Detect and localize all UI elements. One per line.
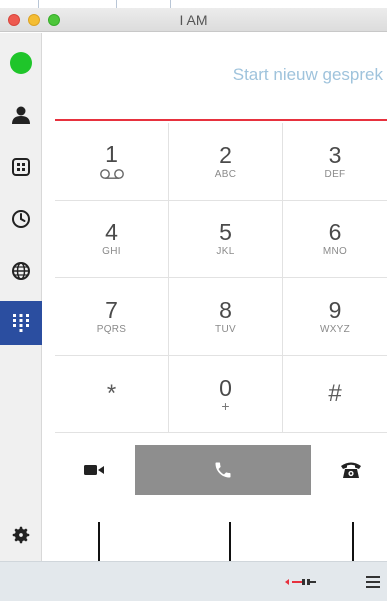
sidebar-item-status[interactable]: [0, 41, 42, 85]
menu-icon[interactable]: [366, 575, 380, 589]
video-camera-icon: [84, 465, 104, 475]
bottom-bar: [0, 561, 387, 601]
sidebar-item-contacts[interactable]: [0, 93, 42, 137]
key-8[interactable]: 8 TUV: [169, 278, 283, 356]
key-digit: 7: [105, 296, 118, 323]
key-digit: 3: [328, 141, 342, 168]
sidebar-item-directory[interactable]: [0, 145, 42, 189]
building-icon: [12, 158, 30, 176]
key-letters: ABC: [214, 168, 237, 180]
key-letters: WXYZ: [319, 323, 351, 335]
app-window: I AM Start nieuw gesprek 1 2 ABC 3 DEF 4…: [0, 8, 387, 601]
key-digit: 2: [219, 141, 232, 168]
voicemail-icon: [99, 169, 124, 180]
video-call-button[interactable]: [55, 445, 133, 495]
key-star[interactable]: *: [55, 355, 169, 433]
call-button[interactable]: [135, 445, 311, 495]
key-digit: 8: [219, 296, 232, 323]
window-title: I AM: [179, 12, 208, 28]
dialer-panel: 1 2 ABC 3 DEF 4 GHI 5 JKL: [55, 33, 387, 561]
person-icon: [12, 106, 30, 124]
key-digit: #: [328, 379, 342, 407]
keypad: 1 2 ABC 3 DEF 4 GHI 5 JKL 6 MNO 7 PQRS 8…: [55, 123, 387, 433]
globe-icon: [12, 262, 30, 280]
key-4[interactable]: 4 GHI: [55, 200, 169, 278]
desk-phone-button[interactable]: [315, 445, 387, 495]
key-letters: DEF: [324, 168, 346, 180]
key-7[interactable]: 7 PQRS: [55, 278, 169, 356]
key-digit: 4: [105, 219, 118, 246]
key-5[interactable]: 5 JKL: [169, 200, 283, 278]
key-letters: GHI: [102, 246, 121, 258]
desk-phone-icon: [341, 462, 361, 478]
number-display: [55, 33, 387, 121]
key-letters: MNO: [322, 246, 348, 258]
key-digit: 1: [105, 141, 118, 168]
key-letters: PQRS: [96, 323, 127, 335]
key-2[interactable]: 2 ABC: [169, 123, 283, 201]
key-letters: JKL: [216, 246, 235, 258]
sidebar-item-dialpad[interactable]: [0, 301, 42, 345]
key-letters: TUV: [215, 323, 236, 335]
number-input[interactable]: [63, 65, 383, 85]
settings-button[interactable]: [0, 513, 42, 557]
key-letters: +: [221, 397, 230, 414]
connection-plug-icon: [285, 579, 316, 585]
key-hash[interactable]: #: [283, 356, 387, 433]
key-digit: 0: [219, 374, 232, 401]
sidebar-item-history[interactable]: [0, 197, 42, 241]
key-0[interactable]: 0 +: [169, 355, 283, 433]
dialpad-icon: [13, 314, 29, 332]
sidebar: [0, 33, 42, 561]
phone-handset-icon: [215, 462, 231, 478]
clock-icon: [12, 210, 30, 228]
sidebar-item-web[interactable]: [0, 249, 42, 293]
key-digit: 5: [219, 219, 232, 246]
key-1[interactable]: 1: [55, 123, 169, 201]
key-3[interactable]: 3 DEF: [283, 123, 387, 201]
key-digit: 6: [328, 219, 342, 246]
key-digit: *: [106, 379, 117, 407]
key-9[interactable]: 9 WXYZ: [283, 278, 387, 356]
key-6[interactable]: 6 MNO: [283, 201, 387, 278]
gear-icon: [12, 526, 30, 544]
title-bar: I AM: [0, 8, 387, 32]
key-digit: 9: [328, 296, 342, 323]
call-bar: [55, 445, 387, 495]
status-dot-icon: [10, 52, 32, 74]
